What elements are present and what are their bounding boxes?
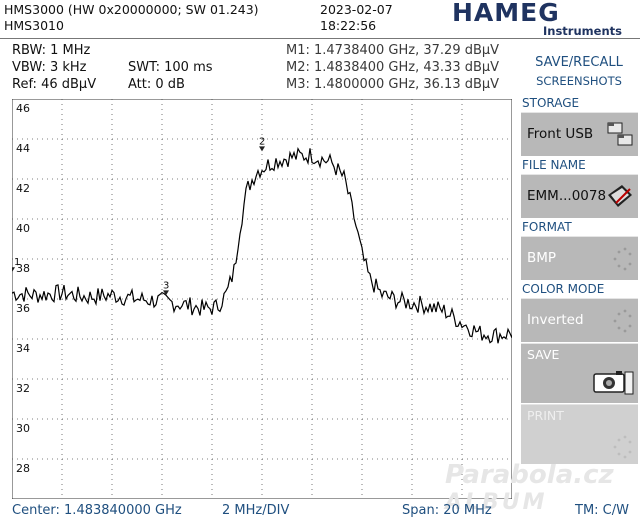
- save-label: SAVE: [527, 347, 560, 362]
- time-label: 18:22:56: [320, 18, 377, 33]
- device-model: HMS3010: [4, 18, 64, 33]
- hameg-logo: HAMEG: [452, 0, 560, 27]
- hameg-logo-sub: Instruments: [543, 24, 622, 38]
- center-frequency: Center: 1.483840000 GHz: [12, 503, 182, 518]
- storage-value: Front USB: [527, 126, 594, 142]
- header-divider: [0, 38, 640, 39]
- format-label: FORMAT: [522, 220, 572, 234]
- menu-subtitle: SCREENSHOTS: [536, 74, 622, 88]
- y-tick-label: 28: [16, 462, 30, 475]
- format-value: BMP: [527, 250, 557, 266]
- color-mode-label: COLOR MODE: [522, 282, 605, 296]
- marker-3-label: 3: [163, 280, 169, 291]
- marker-2-readout: M2: 1.4838400 GHz, 43.33 dBµV: [286, 60, 500, 75]
- printer-icon: [613, 435, 632, 459]
- rotary-knob-icon: [613, 247, 632, 271]
- edit-keyboard-icon: [608, 185, 632, 207]
- color-mode-button[interactable]: Inverted: [521, 298, 638, 342]
- y-tick-label: 36: [16, 302, 30, 315]
- vbw-readout: VBW: 3 kHz: [12, 60, 87, 75]
- storage-button[interactable]: Front USB: [521, 112, 638, 156]
- y-tick-label: 34: [16, 342, 30, 355]
- trace-mode: TM: C/W: [575, 503, 629, 518]
- rbw-readout: RBW: 1 MHz: [12, 43, 91, 58]
- color-mode-value: Inverted: [527, 312, 584, 328]
- save-button[interactable]: SAVE: [521, 343, 638, 403]
- marker-1-readout: M1: 1.4738400 GHz, 37.29 dBµV: [286, 43, 500, 58]
- y-tick-label: 30: [16, 422, 30, 435]
- filename-button[interactable]: EMM...0078: [521, 174, 638, 218]
- print-button[interactable]: PRINT: [521, 404, 638, 464]
- y-tick-label: 40: [16, 222, 30, 235]
- filename-label: FILE NAME: [522, 158, 586, 172]
- marker-1-label: 1: [14, 257, 20, 268]
- y-tick-label: 46: [16, 102, 30, 115]
- filename-value: EMM...0078: [527, 188, 607, 204]
- attenuation-readout: Att: 0 dB: [128, 77, 185, 92]
- frequency-per-division: 2 MHz/DIV: [222, 503, 290, 518]
- usb-folder-icon: [607, 122, 633, 146]
- format-button[interactable]: BMP: [521, 236, 638, 280]
- span-readout: Span: 20 MHz: [402, 503, 492, 518]
- ref-level-readout: Ref: 46 dBµV: [12, 77, 97, 92]
- y-tick-label: 32: [16, 382, 30, 395]
- marker-3-readout: M3: 1.4800000 GHz, 36.13 dBµV: [286, 77, 500, 92]
- y-tick-label: 42: [16, 182, 30, 195]
- rotary-knob-icon: [613, 309, 632, 333]
- firmware-info: HMS3000 (HW 0x20000000; SW 01.243): [4, 2, 259, 17]
- marker-2-label: 2: [259, 136, 265, 147]
- menu-title: SAVE/RECALL: [535, 55, 623, 70]
- swt-readout: SWT: 100 ms: [128, 60, 213, 75]
- camera-save-icon: [593, 371, 634, 395]
- print-label: PRINT: [527, 408, 564, 423]
- spectrum-plot: 4644424038363432302826 123: [12, 99, 512, 499]
- storage-label: STORAGE: [522, 96, 580, 110]
- watermark-text: Parabola.cz: [445, 460, 614, 490]
- y-tick-label: 44: [16, 142, 30, 155]
- date-label: 2023-02-07: [320, 2, 393, 17]
